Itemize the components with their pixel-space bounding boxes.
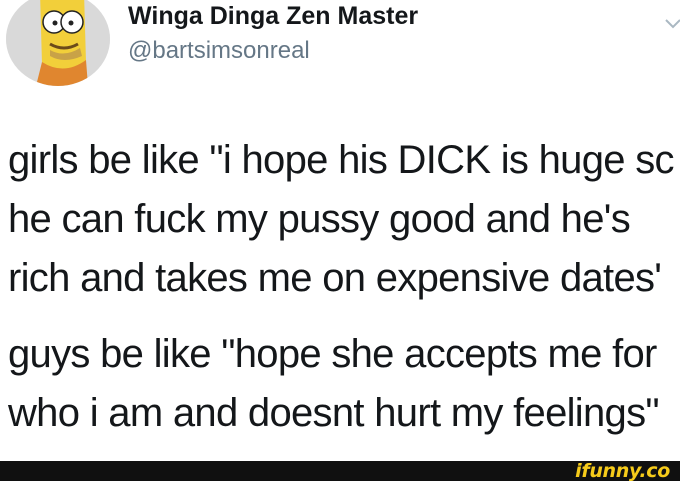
tweet-line: guys be like "hope she accepts me for bbox=[8, 332, 657, 376]
user-handle[interactable]: @bartsimsonreal bbox=[128, 36, 310, 66]
tweet-card: Winga Dinga Zen Master @bartsimsonreal g… bbox=[0, 0, 680, 461]
tweet-line: he can fuck my pussy good and he's bbox=[8, 197, 631, 241]
tweet-line: girls be like "i hope his DICK is huge s… bbox=[8, 138, 675, 182]
display-name[interactable]: Winga Dinga Zen Master bbox=[128, 0, 418, 32]
bart-avatar-icon bbox=[6, 0, 110, 86]
tweet-line: who i am and doesnt hurt my feelings" bbox=[8, 391, 660, 435]
tweet-text: girls be like "i hope his DICK is huge s… bbox=[8, 131, 680, 443]
avatar[interactable] bbox=[6, 0, 110, 86]
tweet-line: rich and takes me on expensive dates' bbox=[8, 256, 662, 300]
footer-bar: ifunny.co bbox=[0, 461, 680, 481]
ifunny-watermark: ifunny.co bbox=[575, 460, 670, 481]
chevron-down-icon[interactable] bbox=[664, 14, 680, 34]
